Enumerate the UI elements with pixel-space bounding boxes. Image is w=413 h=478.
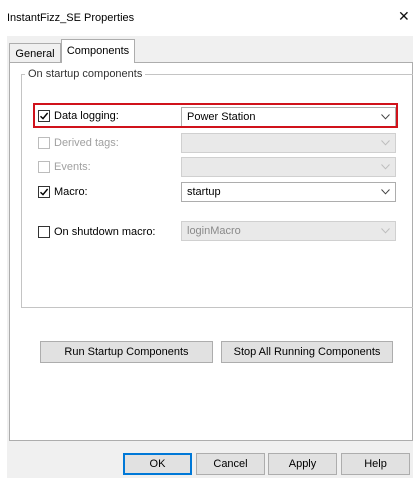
shutdown-macro-select: loginMacro: [181, 221, 396, 241]
macro-checkbox[interactable]: [38, 186, 50, 198]
group-label: On startup components: [25, 68, 146, 80]
tab-components[interactable]: Components: [61, 39, 135, 63]
close-icon[interactable]: ✕: [398, 9, 412, 23]
chevron-down-icon: [381, 228, 390, 234]
events-label: Events:: [54, 161, 91, 173]
run-startup-components-button[interactable]: Run Startup Components: [40, 341, 213, 363]
shutdown-macro-checkbox[interactable]: [38, 226, 50, 238]
events-select: [181, 157, 396, 177]
shutdown-macro-value: loginMacro: [187, 225, 241, 237]
derived-tags-label: Derived tags:: [54, 137, 119, 149]
chevron-down-icon: [381, 189, 390, 195]
tab-general[interactable]: General: [9, 43, 61, 63]
derived-tags-select: [181, 133, 396, 153]
macro-value: startup: [187, 186, 221, 198]
chevron-down-icon: [381, 164, 390, 170]
macro-label: Macro:: [54, 186, 88, 198]
title-bar: InstantFizz_SE Properties ✕: [0, 0, 413, 36]
stop-all-running-components-button[interactable]: Stop All Running Components: [221, 341, 393, 363]
events-checkbox[interactable]: [38, 161, 50, 173]
macro-select[interactable]: startup: [181, 182, 396, 202]
checkmark-icon: [40, 188, 49, 196]
ok-button[interactable]: OK: [123, 453, 192, 475]
shutdown-macro-label: On shutdown macro:: [54, 226, 156, 238]
help-button[interactable]: Help: [341, 453, 410, 475]
chevron-down-icon: [381, 140, 390, 146]
highlight-box: [33, 103, 398, 128]
cancel-button[interactable]: Cancel: [196, 453, 265, 475]
apply-button[interactable]: Apply: [268, 453, 337, 475]
window-title: InstantFizz_SE Properties: [7, 12, 135, 24]
derived-tags-checkbox[interactable]: [38, 137, 50, 149]
